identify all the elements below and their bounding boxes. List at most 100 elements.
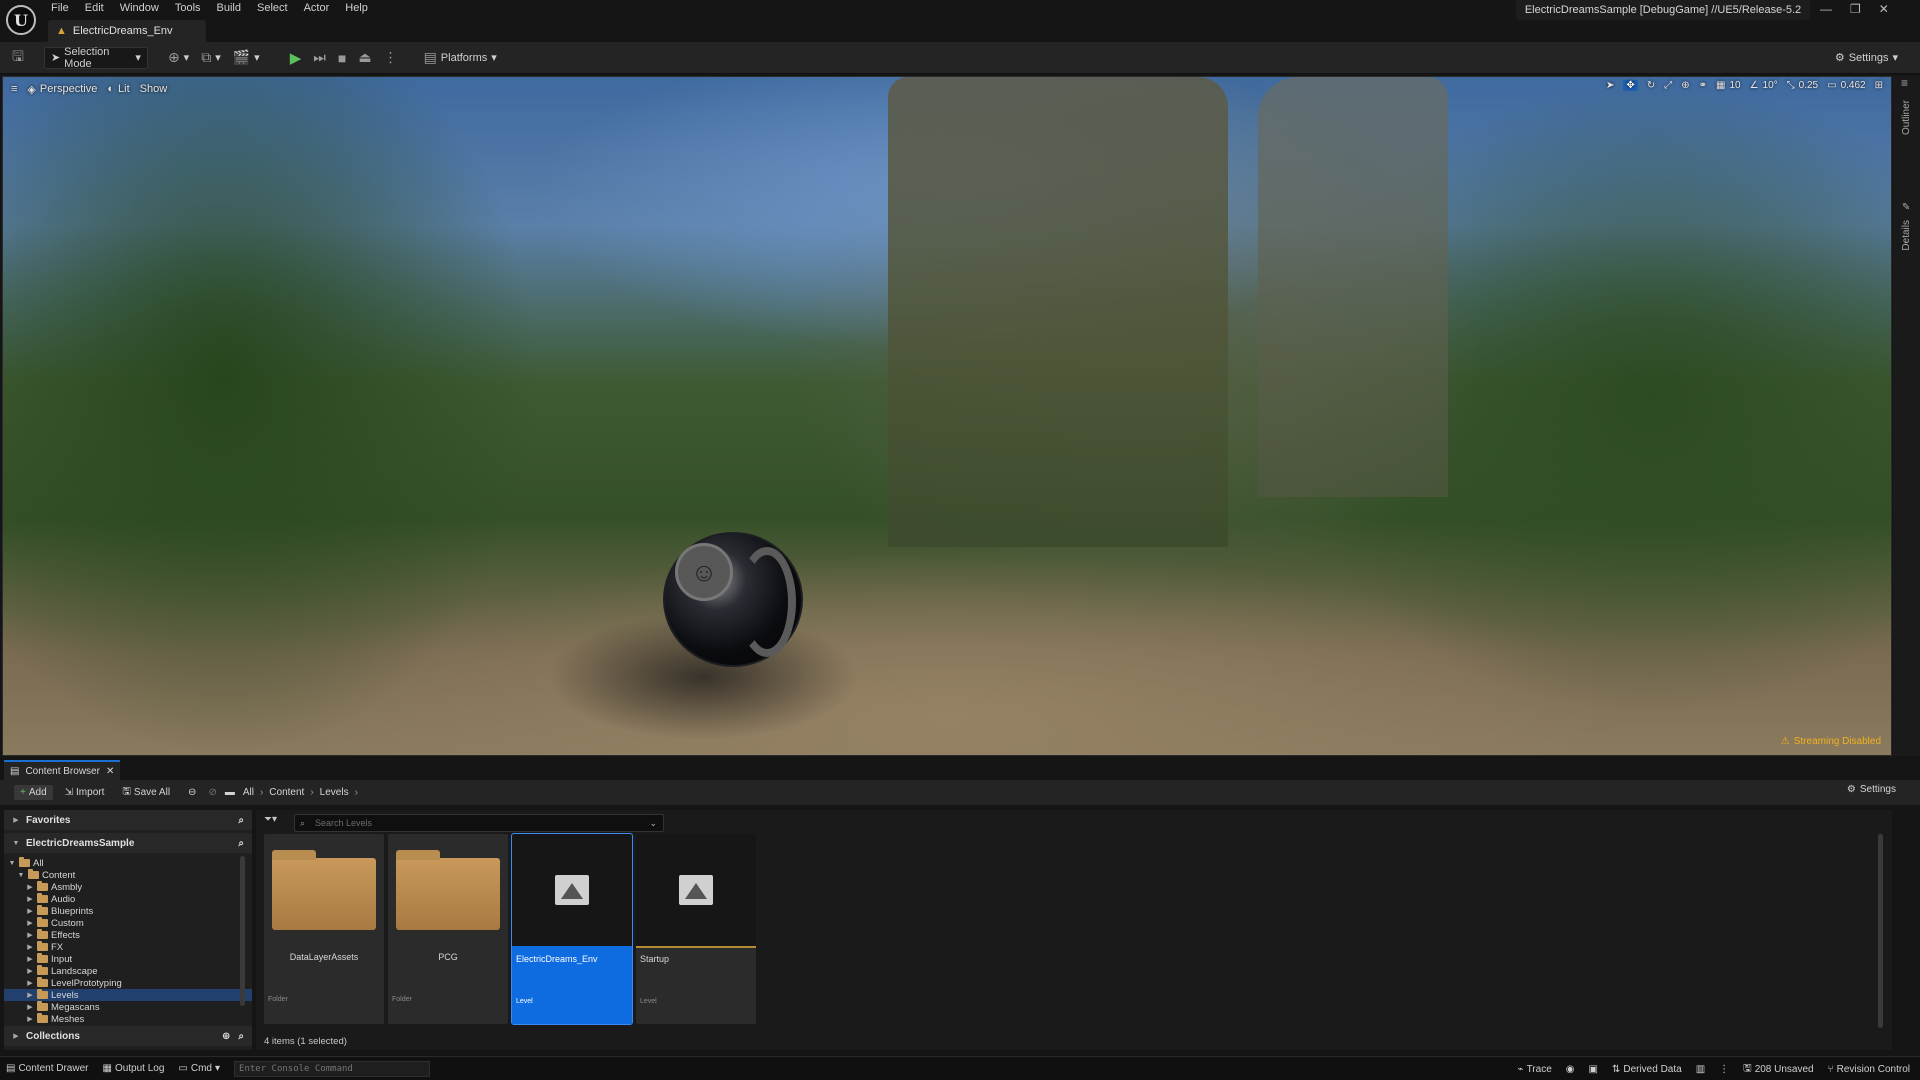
tree-item[interactable]: ▶ Blueprints <box>4 905 252 917</box>
favorites-header[interactable]: ▶ Favorites ⌕ <box>4 810 252 830</box>
chevron-right-icon[interactable]: ▶ <box>26 1015 34 1023</box>
cinematics-button[interactable]: 🎬 ▾ <box>227 47 266 69</box>
eject-button[interactable]: ⏏ <box>352 47 377 69</box>
asset-tile-selected[interactable]: ElectricDreams_Env Level <box>511 833 633 1025</box>
grid-snap-button[interactable]: ▦ 10 <box>1716 80 1741 91</box>
back-button[interactable]: ⊖ <box>182 785 202 800</box>
chevron-right-icon[interactable]: ▶ <box>26 883 34 891</box>
chevron-right-icon[interactable]: ▶ <box>26 907 34 915</box>
search-icon[interactable]: ⌕ <box>238 838 244 849</box>
chevron-right-icon[interactable]: ▶ <box>26 979 34 987</box>
viewport-menu-button[interactable]: ≡ <box>11 83 17 95</box>
stats-button[interactable]: ▥ <box>1696 1064 1705 1075</box>
scale-tool-button[interactable]: ⤢ <box>1664 80 1672 91</box>
add-button[interactable]: + Add <box>14 785 53 800</box>
show-button[interactable]: Show <box>140 83 168 95</box>
play-options-button[interactable]: ⋮ <box>378 47 404 69</box>
tree-item[interactable]: ▶ Megascans <box>4 1001 252 1013</box>
chevron-right-icon[interactable]: ▶ <box>26 967 34 975</box>
perspective-button[interactable]: ◈ Perspective <box>27 83 97 96</box>
search-icon[interactable]: ⌕ <box>238 815 244 826</box>
chevron-down-icon[interactable]: ▼ <box>17 872 25 879</box>
level-viewport[interactable]: ☺ ≡ ◈ Perspective ◐ Lit Show ➤ ✥ ↻ ⤢ ⊕ ⚭ ▦… <box>2 76 1892 756</box>
import-button[interactable]: ⇲ Import <box>59 785 111 800</box>
menu-tools[interactable]: Tools <box>168 0 210 16</box>
console-command-input[interactable] <box>234 1060 431 1077</box>
search-icon[interactable]: ⌕ <box>238 1031 244 1042</box>
menu-file[interactable]: File <box>44 0 78 16</box>
filter-icon[interactable]: ⏷▾ <box>264 814 277 825</box>
breadcrumb-all[interactable]: All <box>243 787 254 798</box>
settings-button[interactable]: ⚙ Settings ▾ <box>1829 47 1904 69</box>
tree-item[interactable]: ▶ Meshes <box>4 1013 252 1025</box>
save-current-button[interactable]: 🖫 <box>6 47 30 69</box>
more-button[interactable]: ⋮ <box>1719 1064 1729 1075</box>
asset-tile[interactable]: DataLayerAssets Folder <box>264 834 384 1024</box>
rotate-tool-button[interactable]: ↻ <box>1647 80 1655 91</box>
tree-item[interactable]: ▶ FX <box>4 941 252 953</box>
tree-item[interactable]: ▼ Content <box>4 869 252 881</box>
panel-menu-icon[interactable]: ≡ <box>1901 76 1908 90</box>
output-log-button[interactable]: ▦ Output Log <box>102 1063 164 1074</box>
stop-button[interactable]: ■ <box>332 47 352 69</box>
collections-header[interactable]: ▶ Collections ⊕ ⌕ <box>4 1026 252 1046</box>
scale-snap-button[interactable]: ⤡ 0.25 <box>1787 80 1818 91</box>
tree-item[interactable]: ▶ Audio <box>4 893 252 905</box>
advance-frame-button[interactable]: ⏭ <box>307 47 332 69</box>
minimize-icon[interactable]: — <box>1820 2 1832 16</box>
chevron-right-icon[interactable]: ▶ <box>26 895 34 903</box>
screenshot-button[interactable]: ▣ <box>1589 1064 1598 1075</box>
chevron-right-icon[interactable]: ▶ <box>26 943 34 951</box>
breadcrumb-levels[interactable]: Levels <box>320 787 349 798</box>
asset-tile[interactable]: PCG Folder <box>388 834 508 1024</box>
menu-actor[interactable]: Actor <box>297 0 339 16</box>
chevron-right-icon[interactable]: ▶ <box>26 955 34 963</box>
close-icon[interactable]: ✕ <box>1879 2 1889 16</box>
add-collection-icon[interactable]: ⊕ <box>222 1031 230 1042</box>
chevron-right-icon[interactable]: ▶ <box>26 919 34 927</box>
tree-item[interactable]: ▶ Landscape <box>4 965 252 977</box>
forward-button[interactable]: ⊘ <box>208 787 216 798</box>
tree-item[interactable]: ▶ Levels <box>4 989 252 1001</box>
select-tool-button[interactable]: ➤ <box>1606 80 1614 91</box>
menu-select[interactable]: Select <box>250 0 297 16</box>
close-icon[interactable]: ✕ <box>106 766 114 777</box>
trace-button[interactable]: ⌁ Trace <box>1518 1064 1552 1075</box>
lit-button[interactable]: ◐ Lit <box>107 83 129 95</box>
project-header[interactable]: ▼ ElectricDreamsSample ⌕ <box>4 833 252 853</box>
content-browser-settings-button[interactable]: ⚙ Settings <box>1847 784 1896 795</box>
menu-edit[interactable]: Edit <box>78 0 113 16</box>
tree-item[interactable]: ▶ Input <box>4 953 252 965</box>
tree-item[interactable]: ▼ All <box>4 857 252 869</box>
unsaved-button[interactable]: 🖫 208 Unsaved <box>1743 1061 1813 1078</box>
restore-icon[interactable]: ❐ <box>1850 2 1861 16</box>
asset-scrollbar[interactable] <box>1878 834 1883 1028</box>
details-tab[interactable]: Details <box>1901 220 1912 251</box>
tree-item[interactable]: ▶ Effects <box>4 929 252 941</box>
document-tab[interactable]: ▲ ElectricDreams_Env <box>48 20 206 42</box>
cmd-dropdown[interactable]: ▭ Cmd ▾ <box>178 1063 220 1074</box>
add-actor-button[interactable]: ⊕ ▾ <box>162 47 195 69</box>
content-browser-tab[interactable]: ▤ Content Browser ✕ <box>4 760 121 780</box>
revision-control-button[interactable]: ⑂ Revision Control <box>1828 1064 1910 1075</box>
viewport-layout-button[interactable]: ⊞ <box>1875 80 1883 91</box>
breadcrumb-content[interactable]: Content <box>269 787 304 798</box>
menu-help[interactable]: Help <box>338 0 377 16</box>
chevron-down-icon[interactable]: ▼ <box>8 860 16 867</box>
tree-item[interactable]: ▶ Custom <box>4 917 252 929</box>
outliner-tab[interactable]: Outliner <box>1901 100 1912 135</box>
tree-scrollbar[interactable] <box>240 856 245 1006</box>
unreal-logo-icon[interactable]: U <box>6 5 36 35</box>
chevron-right-icon[interactable]: ▶ <box>26 1003 34 1011</box>
search-input[interactable]: ⌕ Search Levels ⌄ <box>294 814 664 832</box>
tree-item[interactable]: ▶ LevelPrototyping <box>4 977 252 989</box>
asset-tile[interactable]: Startup Level <box>636 834 756 1024</box>
surface-snap-button[interactable]: ⚭ <box>1699 80 1707 91</box>
derived-data-button[interactable]: ⇅ Derived Data <box>1612 1064 1682 1075</box>
chevron-right-icon[interactable]: ▶ <box>26 991 34 999</box>
save-all-button[interactable]: 🖫 Save All <box>116 782 176 803</box>
menu-window[interactable]: Window <box>113 0 168 16</box>
menu-build[interactable]: Build <box>210 0 250 16</box>
camera-speed-button[interactable]: ▭ 0.462 <box>1827 80 1865 91</box>
play-button[interactable]: ▶ <box>284 47 308 69</box>
